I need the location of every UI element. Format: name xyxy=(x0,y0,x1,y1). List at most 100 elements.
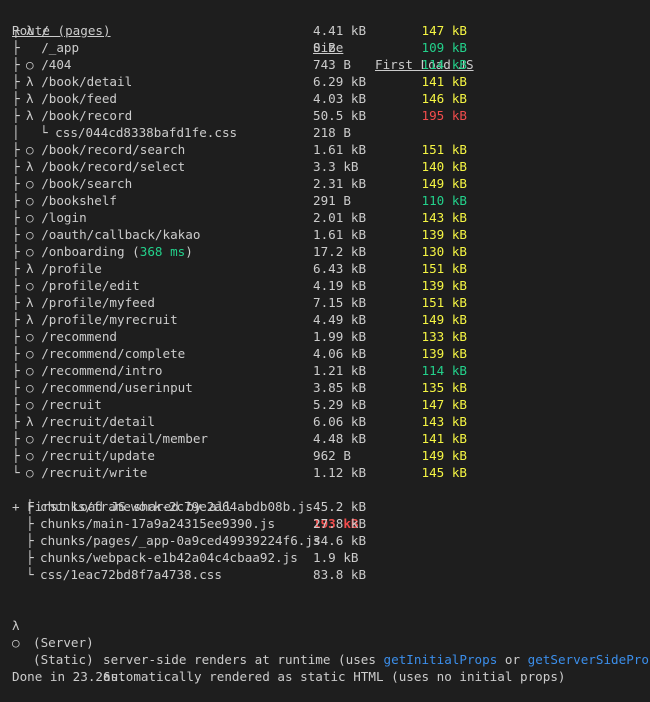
route-path: λ /book/detail xyxy=(26,73,132,90)
tree-connector: ├ xyxy=(12,295,20,310)
route-path: ○ /recruit xyxy=(26,396,102,413)
route-path: ○ /bookshelf xyxy=(26,192,117,209)
route-size: 3.3 kB xyxy=(313,159,359,174)
route-first-load: 141 kB xyxy=(421,431,468,446)
route-first-load: 147 kB xyxy=(421,397,468,412)
route-path-text: /login xyxy=(41,210,87,225)
tree-connector: ├ xyxy=(26,516,34,531)
route-path-text: /onboarding xyxy=(41,244,125,259)
route-path: ○ /404 xyxy=(26,56,72,73)
route-size: 743 B xyxy=(313,57,351,72)
route-first-load: 151 kB xyxy=(421,142,468,157)
chunk-size: 27.8 kB xyxy=(313,516,367,531)
legend-static-desc: automatically rendered as static HTML (u… xyxy=(103,669,566,684)
tree-connector: ├ xyxy=(12,346,20,361)
chunk-name: chunks/webpack-e1b42a04c4cbaa92.js xyxy=(40,550,298,565)
legend-server-kind: (Server) xyxy=(33,635,94,650)
tree-connector: ├ xyxy=(26,499,34,514)
route-size: 17.2 kB xyxy=(313,244,367,259)
route-path: └ css/044cd8338bafd1fe.css xyxy=(40,124,237,141)
route-size: 1.12 kB xyxy=(313,465,367,480)
route-size: 5.29 kB xyxy=(313,397,367,412)
route-path-text: /_app xyxy=(41,40,80,55)
route-path: ○ /login xyxy=(26,209,87,226)
route-size: 4.19 kB xyxy=(313,278,367,293)
tree-connector: ├ xyxy=(12,329,20,344)
route-path: ○ /recommend/userinput xyxy=(26,379,193,396)
route-path-text: /404 xyxy=(41,57,72,72)
tree-connector: ├ xyxy=(12,448,20,463)
route-type-symbol: ○ xyxy=(26,465,34,480)
route-type-symbol: ○ xyxy=(26,142,34,157)
route-first-load: 149 kB xyxy=(421,176,468,191)
tree-connector: ├ xyxy=(12,57,20,72)
route-first-load: 139 kB xyxy=(421,278,468,293)
route-path-text: /recruit/update xyxy=(41,448,155,463)
route-path-text: /recommend xyxy=(41,329,118,344)
route-type-symbol: ○ xyxy=(26,227,34,242)
route-first-load: 109 kB xyxy=(421,40,468,55)
route-path: λ /recruit/detail xyxy=(26,413,155,430)
route-path: ○ /recruit/update xyxy=(26,447,155,464)
legend-static-kind: (Static) xyxy=(33,652,94,667)
chunk-size: 83.8 kB xyxy=(313,567,367,582)
tree-connector: └ xyxy=(12,465,20,480)
route-path-text: /book/search xyxy=(41,176,133,191)
route-first-load: 141 kB xyxy=(421,74,468,89)
tree-connector: ├ xyxy=(12,278,20,293)
route-first-load: 143 kB xyxy=(421,210,468,225)
route-type-symbol: λ xyxy=(26,108,34,123)
route-type-symbol: λ xyxy=(26,159,34,174)
route-type-symbol: λ xyxy=(26,74,34,89)
route-type-symbol: λ xyxy=(26,91,34,106)
route-path-text: / xyxy=(41,23,49,38)
route-type-symbol: ○ xyxy=(26,380,34,395)
tree-connector: ├ xyxy=(12,210,20,225)
route-path: /_app xyxy=(26,39,79,56)
route-path-text: /recommend/intro xyxy=(41,363,163,378)
route-size: 291 B xyxy=(313,193,351,208)
route-path-text: /profile/edit xyxy=(41,278,140,293)
tree-connector: ├ xyxy=(12,380,20,395)
tree-connector: ├ xyxy=(12,159,20,174)
tree-connector: ├ xyxy=(12,193,20,208)
route-first-load: 110 kB xyxy=(421,193,468,208)
route-path-text: /recruit/write xyxy=(41,465,148,480)
route-path-text: /book/record xyxy=(41,108,133,123)
tree-connector: ├ xyxy=(12,108,20,123)
route-path-text: /bookshelf xyxy=(41,193,118,208)
route-timing: 368 ms xyxy=(139,244,186,259)
route-first-load: 130 kB xyxy=(421,244,468,259)
route-type-symbol: ○ xyxy=(26,448,34,463)
route-size: 2.31 kB xyxy=(313,176,367,191)
route-type-symbol: ○ xyxy=(26,346,34,361)
route-size: 218 B xyxy=(313,125,351,140)
route-path: ○ /recruit/detail/member xyxy=(26,430,208,447)
tree-connector: ├ xyxy=(12,244,20,259)
route-first-load: 146 kB xyxy=(421,91,468,106)
route-path-text: /recommend/userinput xyxy=(41,380,193,395)
legend-server-fn2: getServerSideProps xyxy=(527,652,650,667)
tree-connector: ├ xyxy=(12,176,20,191)
route-size: 4.06 kB xyxy=(313,346,367,361)
route-path-text: └ css/044cd8338bafd1fe.css xyxy=(40,125,238,140)
route-type-symbol: ○ xyxy=(26,57,34,72)
route-first-load: 140 kB xyxy=(421,159,468,174)
route-path: λ /profile/myfeed xyxy=(26,294,155,311)
route-size: 3.85 kB xyxy=(313,380,367,395)
route-path: ○ /recommend xyxy=(26,328,117,345)
chunk-name: css/1eac72bd8f7a4738.css xyxy=(40,567,222,582)
route-type-symbol: ○ xyxy=(26,431,34,446)
route-type-symbol: ○ xyxy=(26,244,34,259)
route-path-text: /book/record/select xyxy=(41,159,186,174)
done-line: Done in 23.26s. xyxy=(0,651,126,684)
route-type-symbol: λ xyxy=(26,23,34,38)
route-path-text: /oauth/callback/kakao xyxy=(41,227,201,242)
tree-connector: ├ xyxy=(12,40,20,55)
chunk-size: 1.9 kB xyxy=(313,550,359,565)
route-type-symbol: ○ xyxy=(26,210,34,225)
route-first-load: 149 kB xyxy=(421,312,468,327)
route-size: 1.61 kB xyxy=(313,227,367,242)
legend-server-or: or xyxy=(497,652,528,667)
route-path-text: /recommend/complete xyxy=(41,346,186,361)
